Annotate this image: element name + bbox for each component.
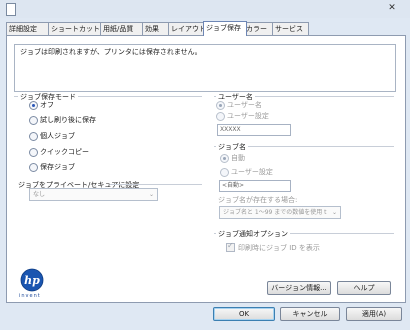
job-name-exists-value: ジョブ名と 1～99 までの数値を使用 t (223, 209, 327, 216)
radio-stored-job-label: 保存ジョブ (40, 163, 75, 171)
job-name-title: ジョブ名 (216, 142, 248, 152)
tab-services[interactable]: サービス (272, 22, 309, 35)
radio-off-label: オフ (40, 101, 54, 109)
private-secure-rule (110, 184, 202, 185)
tab-strip: 詳細設定 ショートカット 用紙/品質 効果 レイアウト ジョブ保存 カラー サー… (6, 21, 404, 36)
radio-user-name[interactable] (216, 101, 225, 110)
chevron-down-icon: ⌄ (148, 191, 154, 198)
tab-effects[interactable]: 効果 (142, 22, 170, 35)
hp-logo-icon: hp (20, 268, 44, 292)
job-name-exists-select[interactable]: ジョブ名と 1～99 までの数値を使用 t ⌄ (219, 206, 341, 219)
radio-off[interactable] (29, 101, 38, 110)
help-button[interactable]: ヘルプ (337, 281, 391, 295)
radio-job-name-custom-label: ユーザー設定 (231, 168, 273, 176)
tab-job-storage[interactable]: ジョブ保存 (203, 21, 247, 36)
radio-user-name-label: ユーザー名 (227, 101, 262, 109)
user-name-input[interactable]: XXXXX (217, 124, 291, 136)
cancel-button[interactable]: キャンセル (280, 307, 340, 321)
radio-proof-and-hold-label: 試し刷り後に保存 (40, 116, 96, 124)
tab-paper-quality[interactable]: 用紙/品質 (100, 22, 144, 35)
notify-title: ジョブ通知オプション (216, 229, 290, 239)
private-secure-select[interactable]: なし ⌄ (29, 188, 158, 201)
radio-user-custom-label: ユーザー設定 (227, 112, 269, 120)
title-bar (0, 0, 410, 18)
tab-shortcuts[interactable]: ショートカット (48, 22, 102, 35)
radio-quick-copy[interactable] (29, 148, 38, 157)
tab-color[interactable]: カラー (243, 22, 275, 35)
radio-personal-job-label: 個人ジョブ (40, 132, 75, 140)
notify-checkbox-label: 印刷時にジョブ ID を表示 (238, 244, 320, 252)
document-icon (6, 3, 16, 16)
radio-job-name-auto-label: 自動 (231, 154, 245, 162)
tab-layout[interactable]: レイアウト (168, 22, 207, 35)
radio-personal-job[interactable] (29, 132, 38, 141)
radio-user-custom[interactable] (216, 112, 225, 121)
version-info-button[interactable]: バージョン情報... (267, 281, 331, 295)
notify-checkbox[interactable] (226, 241, 235, 252)
job-name-input[interactable]: <自動> (219, 180, 291, 192)
close-icon[interactable]: ✕ (380, 1, 404, 15)
ok-button[interactable]: OK (213, 307, 275, 321)
apply-button[interactable]: 適用(A) (346, 307, 402, 321)
radio-quick-copy-label: クイックコピー (40, 148, 89, 156)
status-message: ジョブは印刷されますが、プリンタには保存されません。 (20, 48, 202, 56)
radio-stored-job[interactable] (29, 163, 38, 172)
radio-job-name-auto[interactable] (220, 154, 229, 163)
svg-text:hp: hp (24, 274, 40, 287)
private-secure-value: なし (33, 191, 46, 198)
radio-job-name-custom[interactable] (220, 168, 229, 177)
brand-tagline: invent (19, 293, 41, 299)
radio-proof-and-hold[interactable] (29, 116, 38, 125)
job-name-exists-label: ジョブ名が存在する場合: (218, 196, 298, 204)
chevron-down-icon: ⌄ (331, 209, 337, 216)
tab-advanced[interactable]: 詳細設定 (6, 22, 50, 35)
